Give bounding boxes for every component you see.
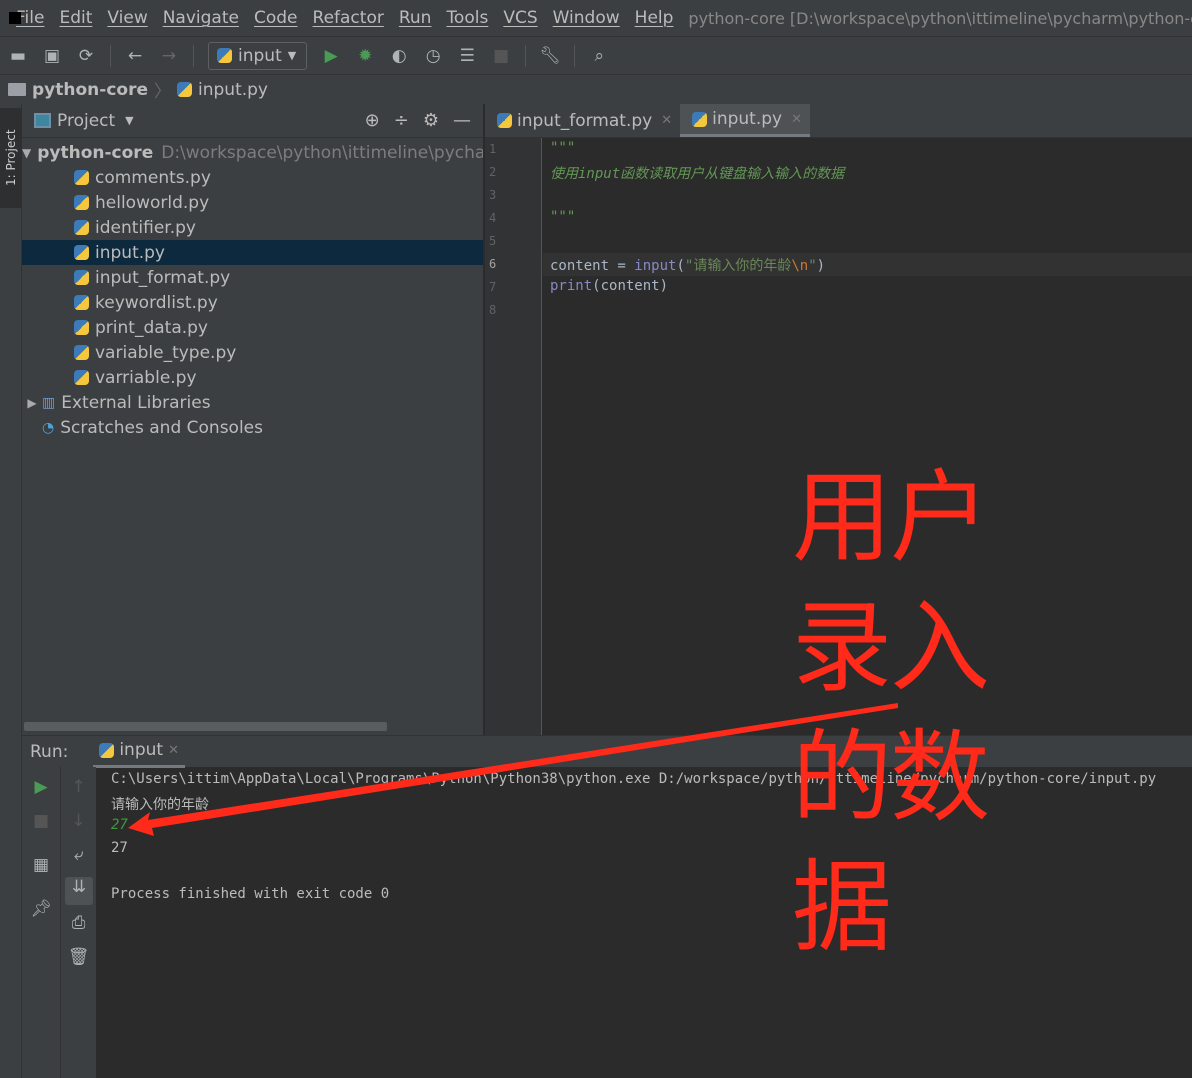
annotation-arrow xyxy=(128,703,898,836)
annotation-text: 录入 xyxy=(792,589,990,706)
annotation-text: 用户 xyxy=(792,459,990,576)
annotation-text: 的数 xyxy=(792,719,990,836)
annotation-text: 据 xyxy=(792,849,892,966)
